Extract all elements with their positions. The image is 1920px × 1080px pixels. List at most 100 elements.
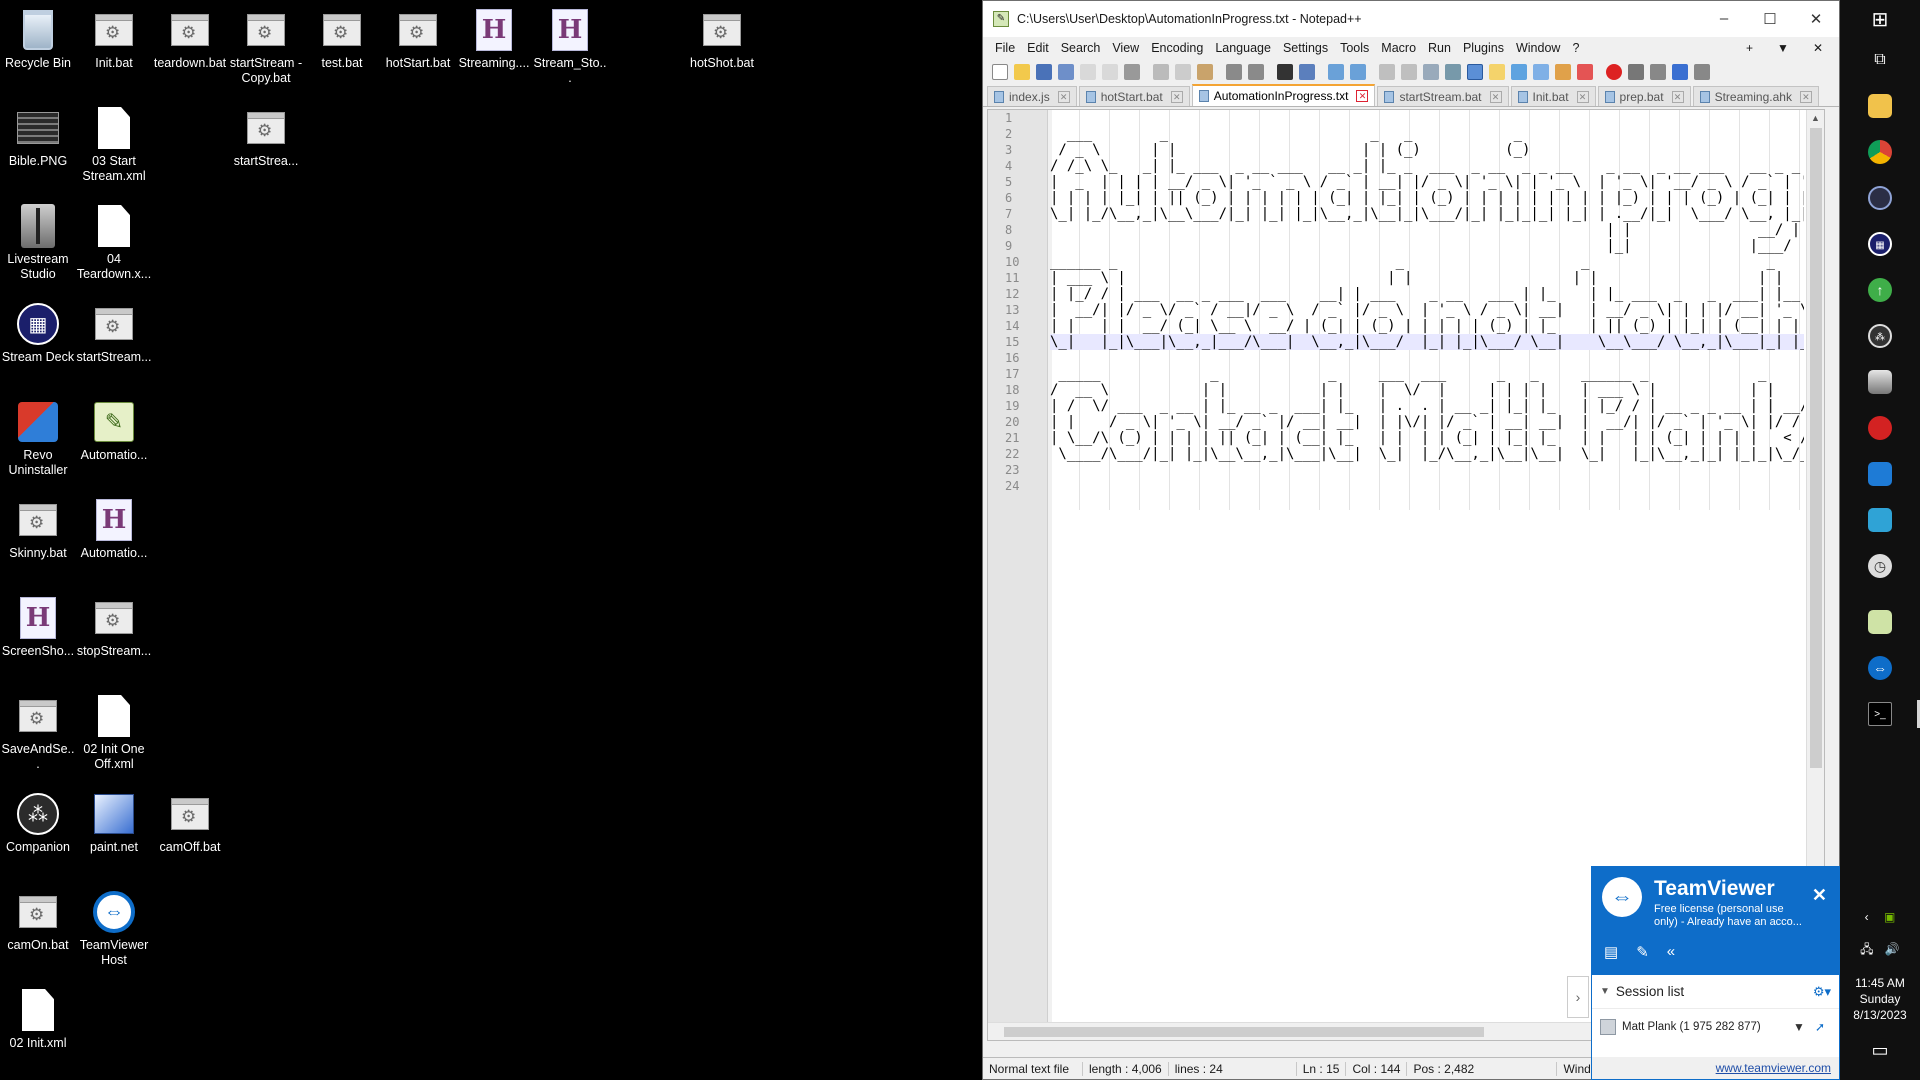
desktop-icon-test-bat[interactable]: ⚙ test.bat [304, 8, 380, 71]
taskbar-companion[interactable]: ⁂ [1860, 316, 1900, 356]
code-line[interactable]: | \__/\ (_) | | | | || (_| | (__| |_ | |… [1050, 430, 1804, 446]
chevron-down-icon[interactable]: ▼ [1600, 986, 1610, 997]
start-button[interactable]: ⊞ [1860, 0, 1900, 40]
redo-icon[interactable] [1248, 64, 1264, 80]
code-line[interactable]: | | / _ \| '_ \| __/ _` |/ __| __| | |\/… [1050, 414, 1804, 430]
close-icon[interactable]: ✕ [1489, 90, 1502, 103]
minimize-button[interactable]: – [1701, 10, 1747, 28]
teamviewer-tools-icon[interactable]: ✎ [1636, 943, 1649, 961]
tab-automationinprogress-txt[interactable]: AutomationInProgress.txt ✕ [1191, 84, 1376, 106]
open-file-icon[interactable] [1014, 64, 1030, 80]
desktop-icon-automatio-1[interactable]: ✎ Automatio... [76, 400, 152, 463]
gear-icon[interactable]: ⚙▾ [1813, 984, 1831, 1000]
desktop-icon-03-start-stream-xml[interactable]: 03 Start Stream.xml [76, 106, 152, 184]
code-line[interactable]: | ___ \ | | | | | | | [1050, 270, 1804, 286]
title-bar[interactable]: ✎ C:\Users\User\Desktop\AutomationInProg… [983, 1, 1839, 37]
desktop-icon-camon-bat[interactable]: ⚙ camOn.bat [0, 890, 76, 953]
taskbar-upload-app[interactable]: ↑ [1860, 270, 1900, 310]
taskbar-clock-app[interactable]: ◷ [1860, 546, 1900, 586]
notification-center-button[interactable]: ▭ [1840, 1040, 1920, 1061]
pointer-icon[interactable]: ➚ [1815, 1020, 1825, 1034]
taskbar-terminal[interactable]: >_ [1860, 694, 1920, 734]
tab-index-js[interactable]: index.js ✕ [987, 86, 1077, 106]
code-line[interactable]: | | | | __/ (_| \__ \ __/ | (_| | (_) | … [1050, 318, 1804, 334]
code-line[interactable]: | | | | |_| | || (_) | | | | | | (_| | |… [1050, 190, 1804, 206]
record-macro-icon[interactable] [1606, 64, 1622, 80]
desktop-icon-hotstart-bat[interactable]: ⚙ hotStart.bat [380, 8, 456, 71]
sync-vertical-icon[interactable] [1379, 64, 1395, 80]
desktop-icon-init-bat[interactable]: ⚙ Init.bat [76, 8, 152, 71]
clock[interactable]: 11:45 AM Sunday 8/13/2023 [1840, 975, 1920, 1023]
desktop-icon-stream-sto[interactable]: H Stream_Sto... [532, 8, 608, 86]
teamviewer-website-link[interactable]: www.teamviewer.com [1592, 1057, 1839, 1079]
menu-help[interactable]: ? [1566, 41, 1585, 55]
code-line[interactable]: | |_/ / | ___ __ _ ___ ___ __| | ___ _ _… [1050, 286, 1804, 302]
code-line[interactable]: _____ _ _ ___ ___ _ _ ______ _ _ __ __ [1050, 366, 1804, 382]
close-file-icon[interactable] [1080, 64, 1096, 80]
desktop-icon-recycle-bin[interactable]: Recycle Bin [0, 8, 76, 71]
desktop-icon-livestream-studio[interactable]: Livestream Studio [0, 204, 76, 282]
tab-streaming-ahk[interactable]: Streaming.ahk ✕ [1692, 86, 1819, 106]
desktop-icon-startstream[interactable]: ⚙ startStream... [76, 302, 152, 365]
save-all-icon[interactable] [1058, 64, 1074, 80]
stop-macro-icon[interactable] [1628, 64, 1644, 80]
code-line[interactable] [1050, 110, 1804, 126]
code-line[interactable] [1050, 350, 1804, 366]
zoom-in-icon[interactable] [1328, 64, 1344, 80]
code-line[interactable] [1050, 462, 1804, 478]
new-tab-button[interactable]: + [1740, 41, 1759, 55]
code-line[interactable]: | __/| |/ _ \/ _` / __|/ _ \ / _` |/ _ \… [1050, 302, 1804, 318]
maximize-button[interactable]: ☐ [1747, 10, 1793, 28]
desktop-icon-paint-net[interactable]: paint.net [76, 792, 152, 855]
menu-macro[interactable]: Macro [1375, 41, 1422, 55]
desktop-icon-saveandse[interactable]: ⚙ SaveAndSe... [0, 694, 76, 772]
desktop-icon-bible-png[interactable]: Bible.PNG [0, 106, 76, 169]
monitoring-icon[interactable] [1577, 64, 1593, 80]
desktop-icon-teardown-bat[interactable]: ⚙ teardown.bat [152, 8, 228, 71]
desktop-icon-camoff-bat[interactable]: ⚙ camOff.bat [152, 792, 228, 855]
folder-workspace-icon[interactable] [1555, 64, 1571, 80]
menu-language[interactable]: Language [1209, 41, 1277, 55]
session-list-item[interactable]: Matt Plank (1 975 282 877) ▼ ➚ [1592, 1009, 1839, 1045]
tab-init-bat[interactable]: Init.bat ✕ [1510, 86, 1596, 106]
dropdown-icon[interactable]: ▼ [1793, 1020, 1805, 1034]
teamviewer-collapse-icon[interactable]: « [1667, 943, 1675, 961]
menu-tools[interactable]: Tools [1334, 41, 1375, 55]
show-hidden-icons-icon[interactable]: ‹ [1865, 910, 1869, 924]
code-line[interactable]: | / \/ ___ _ __ | |_ __ _ ___| |_ | . . … [1050, 398, 1804, 414]
taskbar-livestream-studio[interactable] [1860, 362, 1900, 402]
menu-encoding[interactable]: Encoding [1145, 41, 1209, 55]
close-icon[interactable]: ✕ [1671, 90, 1684, 103]
doc-map-icon[interactable] [1511, 64, 1527, 80]
teamviewer-expand-button[interactable]: › [1567, 976, 1589, 1018]
taskbar-file-explorer[interactable] [1860, 86, 1900, 126]
desktop-icon-companion[interactable]: ⁂ Companion [0, 792, 76, 855]
print-icon[interactable] [1124, 64, 1140, 80]
menu-file[interactable]: File [989, 41, 1021, 55]
copy-icon[interactable] [1175, 64, 1191, 80]
taskbar-stream-deck[interactable]: ▦ [1860, 224, 1900, 264]
desktop-icon-02-init-one-off-xml[interactable]: 02 Init One Off.xml [76, 694, 152, 772]
teamviewer-close-icon[interactable]: ✕ [1812, 885, 1827, 906]
replace-icon[interactable] [1299, 64, 1315, 80]
code-line[interactable]: / _ \ | | | | (_) (_) [1050, 142, 1804, 158]
code-line[interactable]: \_| |_|\___|\__,_|___/\___| \__,_|\___/ … [1050, 334, 1804, 350]
sync-horizontal-icon[interactable] [1401, 64, 1417, 80]
close-icon[interactable]: ✕ [1576, 90, 1589, 103]
desktop-icon-automatio-2[interactable]: H Automatio... [76, 498, 152, 561]
taskbar-vpn[interactable] [1860, 500, 1900, 540]
vertical-scroll-thumb[interactable] [1810, 128, 1822, 768]
code-line[interactable]: |_| |___/ [1050, 238, 1804, 254]
desktop-icon-04-teardown-xml[interactable]: 04 Teardown.x... [76, 204, 152, 282]
word-wrap-icon[interactable] [1423, 64, 1439, 80]
teamviewer-notes-icon[interactable]: ▤ [1604, 943, 1618, 961]
tab-list-button[interactable]: ▼ [1771, 41, 1795, 55]
code-line[interactable]: / /_\ \_ _| |_ ___ _ __ ___ __ _| |_ _ _… [1050, 158, 1804, 174]
desktop-icon-stream-deck[interactable]: ▦ Stream Deck [0, 302, 76, 365]
find-icon[interactable] [1277, 64, 1293, 80]
session-list-header[interactable]: ▼ Session list ⚙▾ [1592, 975, 1839, 1009]
task-view-button[interactable]: ⧉ [1860, 40, 1900, 80]
run-macro-multiple-icon[interactable] [1672, 64, 1688, 80]
code-line[interactable]: | _ | | | | __/ _ \| '_ ` _ \ / _` | __|… [1050, 174, 1804, 190]
horizontal-scroll-thumb[interactable] [1004, 1027, 1484, 1037]
